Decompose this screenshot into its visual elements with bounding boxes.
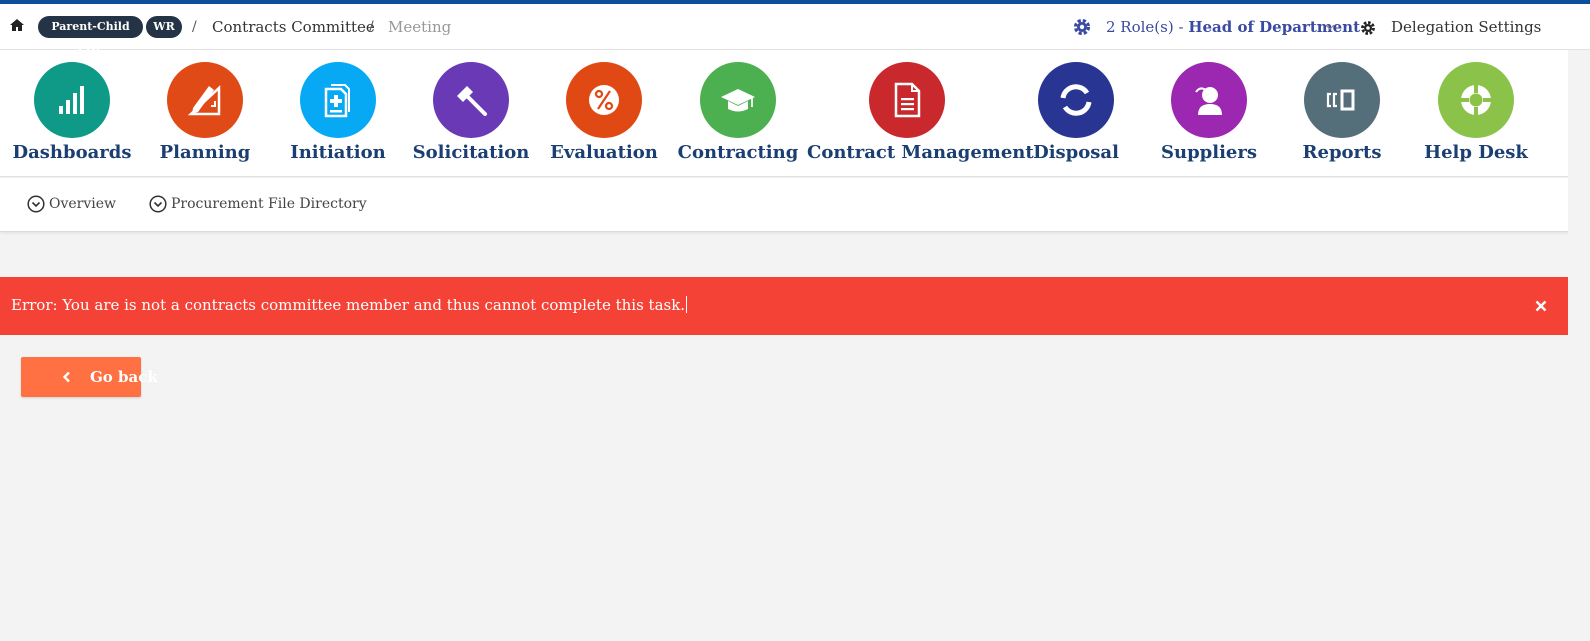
lifebuoy-icon bbox=[1461, 85, 1491, 115]
gear-icon bbox=[1073, 18, 1091, 36]
error-message: Error: You are is not a contracts commit… bbox=[11, 296, 686, 314]
gavel-icon bbox=[457, 86, 487, 116]
graduation-cap-icon bbox=[721, 89, 755, 112]
settings-gear-icon bbox=[1361, 21, 1375, 35]
help-desk-circle bbox=[1438, 62, 1514, 138]
sub-navigation: Overview Procurement File Directory bbox=[0, 178, 1590, 232]
breadcrumb-meeting: Meeting bbox=[388, 18, 452, 36]
percent-icon bbox=[589, 85, 619, 115]
contract-management-circle bbox=[869, 62, 945, 138]
close-icon[interactable] bbox=[1531, 296, 1551, 316]
user-icon bbox=[1195, 87, 1222, 115]
scrollbar[interactable] bbox=[1568, 50, 1590, 641]
error-alert: Error: You are is not a contracts commit… bbox=[0, 277, 1568, 335]
chevron-down-icon[interactable] bbox=[1325, 22, 1335, 32]
ruler-pencil-icon bbox=[187, 85, 221, 116]
overview-link[interactable]: Overview bbox=[27, 195, 122, 215]
delegation-settings-link[interactable]: Delegation Settings bbox=[1391, 18, 1541, 36]
breadcrumb-contracts-committee[interactable]: Contracts Committee bbox=[212, 18, 375, 36]
chevron-circle-icon bbox=[149, 195, 167, 213]
module-help-desk[interactable]: Help Desk bbox=[1376, 62, 1576, 172]
chevron-left-icon bbox=[62, 371, 70, 383]
procurement-file-directory-label: Procurement File Directory bbox=[171, 196, 367, 212]
planning-circle bbox=[167, 62, 243, 138]
roles-dropdown[interactable]: 2 Role(s) - Head of Department bbox=[1106, 18, 1360, 36]
module-label: Help Desk bbox=[1424, 142, 1528, 163]
bar-chart-icon bbox=[59, 86, 84, 114]
breadcrumb-separator: / bbox=[369, 19, 374, 35]
home-icon[interactable] bbox=[9, 17, 25, 33]
contracting-circle bbox=[700, 62, 776, 138]
error-message-wrapper: Error: You are is not a contracts commit… bbox=[11, 296, 688, 314]
disposal-circle bbox=[1038, 62, 1114, 138]
reports-circle bbox=[1304, 62, 1380, 138]
roles-count: 2 Role(s) - bbox=[1106, 18, 1189, 36]
overview-label: Overview bbox=[49, 196, 117, 212]
module-bar: Dashboards Planning Initiation Solicitat… bbox=[0, 50, 1590, 177]
text-cursor bbox=[686, 296, 688, 313]
refresh-icon bbox=[1060, 84, 1092, 116]
initiation-circle bbox=[300, 62, 376, 138]
solicitation-circle bbox=[433, 62, 509, 138]
pde-badge[interactable]: Parent-Child PDE bbox=[38, 16, 143, 55]
go-back-button[interactable]: Go back bbox=[21, 357, 158, 397]
dashboards-circle bbox=[34, 62, 110, 138]
evaluation-circle bbox=[566, 62, 642, 138]
suppliers-circle bbox=[1171, 62, 1247, 138]
top-bar: Parent-Child PDE WR / Contracts Committe… bbox=[0, 0, 1590, 55]
report-icon bbox=[1326, 89, 1355, 111]
wr-badge[interactable]: WR bbox=[146, 16, 182, 38]
procurement-file-directory-link[interactable]: Procurement File Directory bbox=[149, 195, 367, 215]
file-plus-icon bbox=[324, 84, 350, 118]
document-icon bbox=[894, 82, 921, 118]
go-back-label: Go back bbox=[90, 368, 158, 386]
chevron-circle-icon bbox=[27, 195, 45, 213]
breadcrumb-separator: / bbox=[192, 19, 197, 35]
